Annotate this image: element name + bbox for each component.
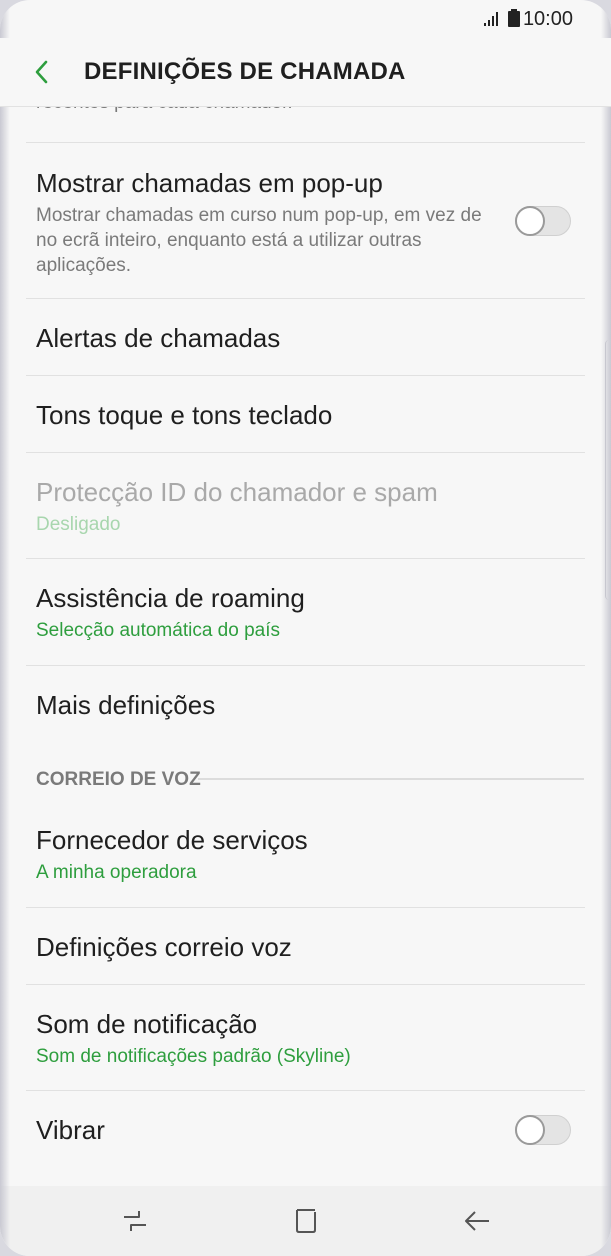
- setting-subtitle: Selecção automática do país: [36, 620, 280, 641]
- setting-call-alerts[interactable]: Alertas de chamadas: [0, 299, 611, 375]
- setting-caller-id-spam: Protecção ID do chamador e spam Desligad…: [0, 453, 611, 558]
- setting-more-settings[interactable]: Mais definições: [0, 666, 611, 742]
- setting-voicemail-settings[interactable]: Definições correio voz: [0, 908, 611, 984]
- side-edge-highlight: [605, 340, 611, 600]
- status-time: 10:00: [522, 8, 573, 30]
- setting-description: Mostrar chamadas em curso num pop-up, em…: [36, 205, 482, 276]
- app-bar: DEFINIÇÕES DE CHAMADA: [0, 38, 611, 107]
- setting-title: Mais definições: [36, 690, 216, 720]
- setting-title: Protecção ID do chamador e spam: [36, 477, 438, 507]
- setting-vibrate[interactable]: Vibrar: [0, 1091, 611, 1171]
- recent-apps-button[interactable]: [115, 1204, 155, 1238]
- partial-description: recentes para cada chamador.: [36, 106, 293, 114]
- setting-service-provider[interactable]: Fornecedor de serviços A minha operadora: [0, 801, 611, 907]
- chevron-left-icon: [35, 60, 48, 84]
- popup-calls-toggle[interactable]: [515, 206, 571, 236]
- setting-ringtones[interactable]: Tons toque e tons teclado: [0, 376, 611, 452]
- toggle-knob: [515, 1115, 545, 1145]
- battery-icon: [508, 9, 520, 27]
- setting-title: Mostrar chamadas em pop-up: [36, 168, 383, 198]
- setting-title: Som de notificação: [36, 1009, 258, 1039]
- home-button[interactable]: [286, 1204, 326, 1238]
- setting-title: Fornecedor de serviços: [36, 825, 308, 855]
- screen-edge-left: [0, 0, 10, 1256]
- setting-title: Tons toque e tons teclado: [36, 400, 333, 430]
- vibrate-toggle[interactable]: [515, 1115, 571, 1145]
- setting-title: Alertas de chamadas: [36, 323, 281, 353]
- screen: 10:00 DEFINIÇÕES DE CHAMADA recentes par…: [0, 0, 611, 1256]
- setting-title: Vibrar: [36, 1115, 105, 1145]
- setting-title: Assistência de roaming: [36, 583, 305, 613]
- signal-icon: [484, 12, 498, 26]
- phone-frame: 10:00 DEFINIÇÕES DE CHAMADA recentes par…: [0, 0, 611, 1256]
- home-icon: [296, 1209, 316, 1233]
- settings-list[interactable]: recentes para cada chamador. Mostrar cha…: [0, 106, 611, 1186]
- navigation-bar: [0, 1186, 611, 1256]
- setting-subtitle: Som de notificações padrão (Skyline): [36, 1046, 351, 1067]
- back-button[interactable]: [24, 54, 60, 90]
- back-arrow-icon: [465, 1211, 489, 1231]
- toggle-knob: [515, 206, 545, 236]
- status-bar: 10:00: [0, 0, 611, 38]
- setting-roaming-assist[interactable]: Assistência de roaming Selecção automáti…: [0, 559, 611, 665]
- setting-subtitle: A minha operadora: [36, 862, 197, 883]
- page-title: DEFINIÇÕES DE CHAMADA: [84, 58, 406, 85]
- section-header-voicemail: CORREIO DE VOZ: [36, 769, 201, 790]
- recent-apps-icon: [124, 1211, 146, 1231]
- setting-popup-calls[interactable]: Mostrar chamadas em pop-up Mostrar chama…: [0, 143, 611, 298]
- back-nav-button[interactable]: [457, 1204, 497, 1238]
- setting-title: Definições correio voz: [36, 932, 292, 962]
- setting-notification-sound[interactable]: Som de notificação Som de notificações p…: [0, 985, 611, 1090]
- screen-edge-right: [601, 0, 611, 1256]
- setting-subtitle: Desligado: [36, 514, 121, 535]
- section-divider: [198, 778, 584, 780]
